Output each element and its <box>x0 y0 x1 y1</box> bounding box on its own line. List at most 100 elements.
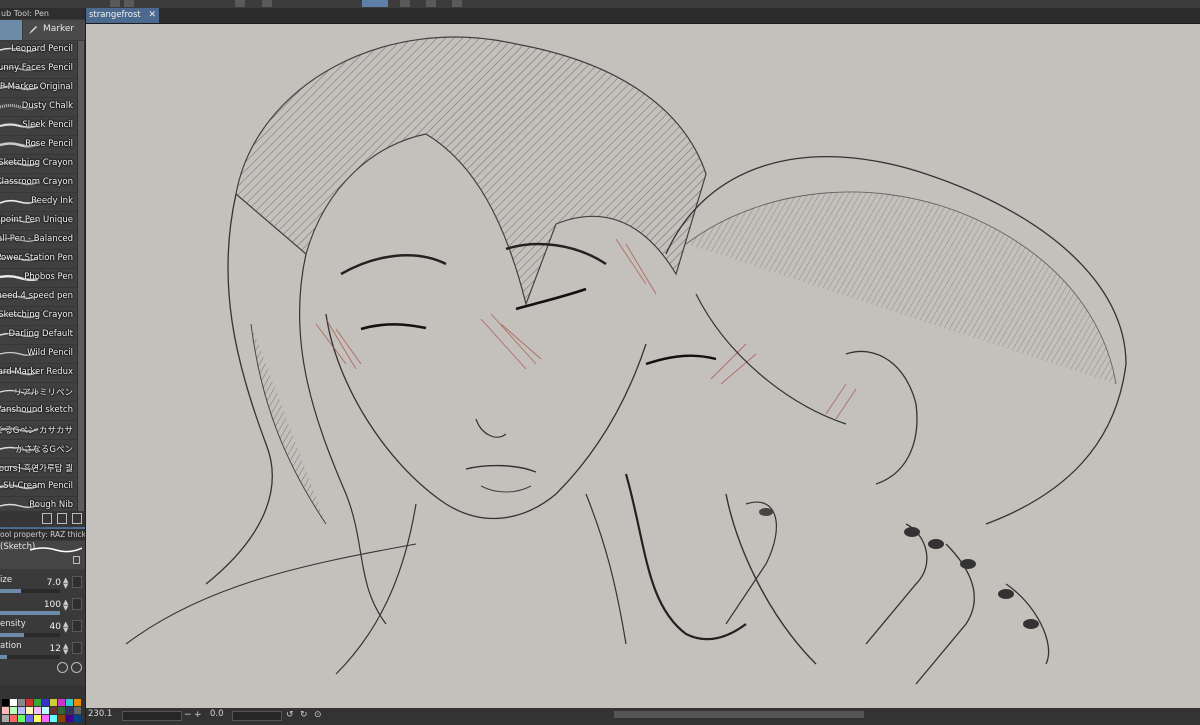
stepper-icon[interactable]: ▲ ▼ <box>63 577 70 590</box>
brush-item[interactable]: Reedy Ink <box>0 193 85 212</box>
scroll-thumb[interactable] <box>78 41 84 511</box>
brush-item[interactable]: Board Marker Redux <box>0 364 85 383</box>
stabilization-toggle[interactable] <box>72 642 82 654</box>
redo-icon[interactable] <box>124 0 134 7</box>
brush-item[interactable]: Phobos Pen <box>0 269 85 288</box>
size-slider[interactable] <box>0 589 60 593</box>
density-slider[interactable] <box>0 633 60 637</box>
color-swatch[interactable] <box>2 699 9 706</box>
color-swatch[interactable] <box>34 707 41 714</box>
color-swatch[interactable] <box>74 699 81 706</box>
brush-item[interactable]: Funny Faces Pencil <box>0 60 85 79</box>
zoom-in-icon[interactable]: + <box>194 710 202 720</box>
color-swatch[interactable] <box>42 699 49 706</box>
color-swatch[interactable] <box>42 707 49 714</box>
brush-item[interactable]: Classroom Crayon <box>0 174 85 193</box>
reset-rotation-icon[interactable]: ⊙ <box>314 710 322 720</box>
tab-document[interactable]: strangefrost ✕ <box>86 8 159 23</box>
brush-item[interactable]: Small Pen - Balanced <box>0 231 85 250</box>
stepper-icon[interactable]: ▲ ▼ <box>63 599 70 612</box>
brush-item[interactable]: Power Station Pen <box>0 250 85 269</box>
grid-icon[interactable] <box>400 0 410 7</box>
color-set-palette[interactable] <box>0 685 85 725</box>
color-swatch[interactable] <box>74 715 81 722</box>
brush-item[interactable]: Leopard Pencil <box>0 41 85 60</box>
color-swatch[interactable] <box>34 699 41 706</box>
brush-item[interactable]: リアルミリペン <box>0 383 85 402</box>
color-swatch[interactable] <box>58 707 65 714</box>
color-swatch[interactable] <box>26 715 33 722</box>
brush-item[interactable]: Rose Pencil <box>0 136 85 155</box>
canvas-icon[interactable] <box>426 0 436 7</box>
color-swatch[interactable] <box>26 707 33 714</box>
opacity-slider[interactable] <box>0 611 60 615</box>
settings-icon[interactable] <box>57 662 68 673</box>
brush-item[interactable]: Darling Default <box>0 326 85 345</box>
zoom-out-icon[interactable]: − <box>184 710 192 720</box>
ruler-icon[interactable] <box>362 0 388 7</box>
stepper-icon[interactable]: ▲ ▼ <box>63 643 70 656</box>
transform-icon[interactable] <box>235 0 245 7</box>
duplicate-icon[interactable] <box>57 513 67 524</box>
horizontal-scrollbar[interactable] <box>614 711 864 718</box>
brush-item[interactable]: Sleek Pencil <box>0 117 85 136</box>
color-swatch[interactable] <box>42 715 49 722</box>
brush-item[interactable]: Ballpoint Pen Unique <box>0 212 85 231</box>
brush-item[interactable]: Dusty Chalk <box>0 98 85 117</box>
rotate-right-icon[interactable]: ↻ <box>300 710 308 720</box>
rotate-left-icon[interactable]: ↺ <box>286 710 294 720</box>
brush-item[interactable]: Vanshound sketch <box>0 402 85 421</box>
brush-item[interactable]: かさなるGペン <box>0 440 85 459</box>
help-icon[interactable] <box>452 0 462 7</box>
close-icon[interactable]: ✕ <box>148 8 156 23</box>
brush-item[interactable]: need 4 speed pen <box>0 288 85 307</box>
color-swatch[interactable] <box>10 715 17 722</box>
rotation-slider[interactable] <box>232 711 282 721</box>
brush-item[interactable]: 4 hours] 흑연가루탑 퀄 <box>0 459 85 478</box>
stepper-icon[interactable]: ▲ ▼ <box>63 621 70 634</box>
color-swatch[interactable] <box>34 715 41 722</box>
sub-tool-tabs: Marker <box>0 20 85 40</box>
download-icon[interactable] <box>42 513 52 524</box>
color-swatch[interactable] <box>18 715 25 722</box>
brush-item[interactable]: Wild Pencil <box>0 345 85 364</box>
color-swatch[interactable] <box>50 707 57 714</box>
property-size: ize 7.0 ▲ ▼ <box>0 574 85 594</box>
zoom-slider[interactable] <box>122 711 182 721</box>
brush-item[interactable]: SU Cream Pencil <box>0 478 85 497</box>
brush-list-scrollbar[interactable] <box>77 41 85 511</box>
color-swatch[interactable] <box>58 715 65 722</box>
drawing-canvas[interactable] <box>86 24 1200 708</box>
density-toggle[interactable] <box>72 620 82 632</box>
color-swatch[interactable] <box>10 707 17 714</box>
zoom-value[interactable]: 230.1 <box>88 709 112 719</box>
color-swatch[interactable] <box>58 699 65 706</box>
tab-marker[interactable]: Marker <box>23 20 85 40</box>
undo-icon[interactable] <box>110 0 120 7</box>
rotation-value[interactable]: 0.0 <box>210 709 224 719</box>
color-swatch[interactable] <box>26 699 33 706</box>
color-swatch[interactable] <box>66 699 73 706</box>
color-swatch[interactable] <box>50 699 57 706</box>
brush-item[interactable]: MSP Marker Original <box>0 79 85 98</box>
color-swatch[interactable] <box>50 715 57 722</box>
brush-item[interactable]: Sketching Crayon <box>0 155 85 174</box>
color-swatch[interactable] <box>74 707 81 714</box>
opacity-toggle[interactable] <box>72 598 82 610</box>
trash-icon[interactable] <box>72 513 82 524</box>
tab-pen[interactable] <box>0 20 22 40</box>
color-swatch[interactable] <box>18 699 25 706</box>
color-swatch[interactable] <box>66 715 73 722</box>
color-swatch[interactable] <box>66 707 73 714</box>
color-swatch[interactable] <box>2 707 9 714</box>
selection-icon[interactable] <box>262 0 272 7</box>
wrench-icon[interactable] <box>71 662 82 673</box>
color-swatch[interactable] <box>18 707 25 714</box>
pressure-toggle[interactable] <box>72 576 82 588</box>
lock-icon[interactable] <box>73 556 80 564</box>
color-swatch[interactable] <box>10 699 17 706</box>
brush-item[interactable]: er Sketching Crayon <box>0 307 85 326</box>
color-swatch[interactable] <box>2 715 9 722</box>
brush-list-actions <box>0 511 85 527</box>
brush-item[interactable]: ぐるぐるGペン カサカサ <box>0 421 85 440</box>
